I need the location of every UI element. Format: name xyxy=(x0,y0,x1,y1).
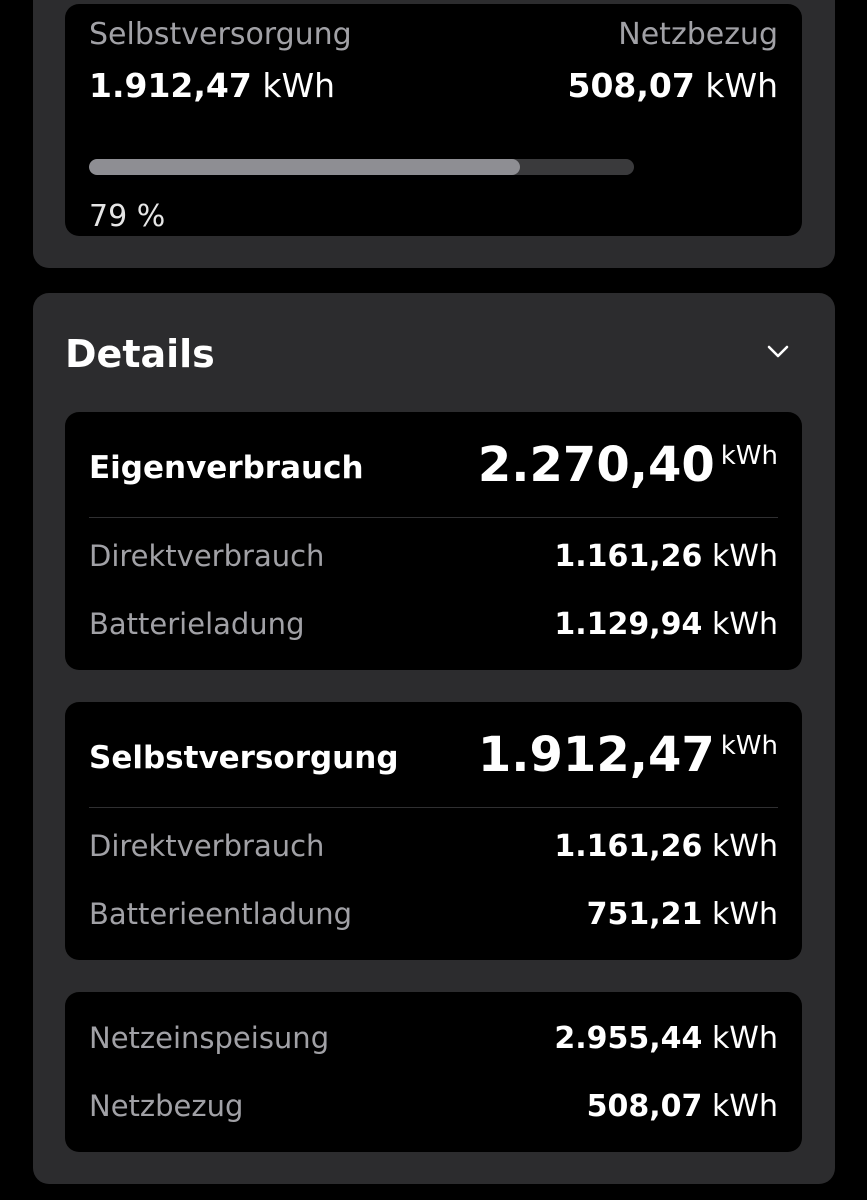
self-sufficiency-percent: 79 % xyxy=(89,199,166,234)
progress-fill xyxy=(89,159,520,175)
self-sufficiency-value: 1.912,47 kWh xyxy=(89,66,335,105)
grid-exchange-card: Netzeinspeisung 2.955,44 kWh Netzbezug 5… xyxy=(65,992,802,1152)
card-total: 2.270,40 kWh xyxy=(477,437,778,493)
details-title: Details xyxy=(65,332,215,376)
chevron-down-icon[interactable] xyxy=(763,336,793,366)
row-value: 1.161,26 kWh xyxy=(554,829,778,864)
row-label: Direktverbrauch xyxy=(89,539,325,573)
row-value: 751,21 kWh xyxy=(586,897,778,932)
row-value: 2.955,44 kWh xyxy=(554,1021,778,1056)
card-title: Eigenverbrauch xyxy=(89,450,364,486)
row-value: 1.161,26 kWh xyxy=(554,539,778,574)
card-title: Selbstversorgung xyxy=(89,740,399,776)
self-sufficiency-progress-bar xyxy=(89,159,634,175)
self-sufficiency-panel: Selbstversorgung Netzbezug 1.912,47 kWh … xyxy=(33,0,835,268)
grid-import-value: 508,07 kWh xyxy=(567,66,779,105)
self-consumption-card: Eigenverbrauch 2.270,40 kWh Direktverbrau… xyxy=(65,412,802,670)
row-label: Batterieladung xyxy=(89,607,305,641)
row-label: Batterieentladung xyxy=(89,897,353,931)
row-value: 508,07 kWh xyxy=(586,1089,778,1124)
card-total: 1.912,47 kWh xyxy=(477,727,778,783)
row-value: 1.129,94 kWh xyxy=(554,607,778,642)
divider xyxy=(89,517,778,518)
row-label: Netzeinspeisung xyxy=(89,1021,330,1055)
details-panel: Details Eigenverbrauch 2.270,40 kWh Direk… xyxy=(33,293,835,1184)
divider xyxy=(89,807,778,808)
row-label: Netzbezug xyxy=(89,1089,244,1123)
self-sufficiency-summary-card: Selbstversorgung Netzbezug 1.912,47 kWh … xyxy=(65,4,802,236)
self-sufficiency-label: Selbstversorgung xyxy=(89,17,352,52)
row-label: Direktverbrauch xyxy=(89,829,325,863)
self-sufficiency-card: Selbstversorgung 1.912,47 kWh Direktverbr… xyxy=(65,702,802,960)
grid-import-label: Netzbezug xyxy=(618,17,778,52)
